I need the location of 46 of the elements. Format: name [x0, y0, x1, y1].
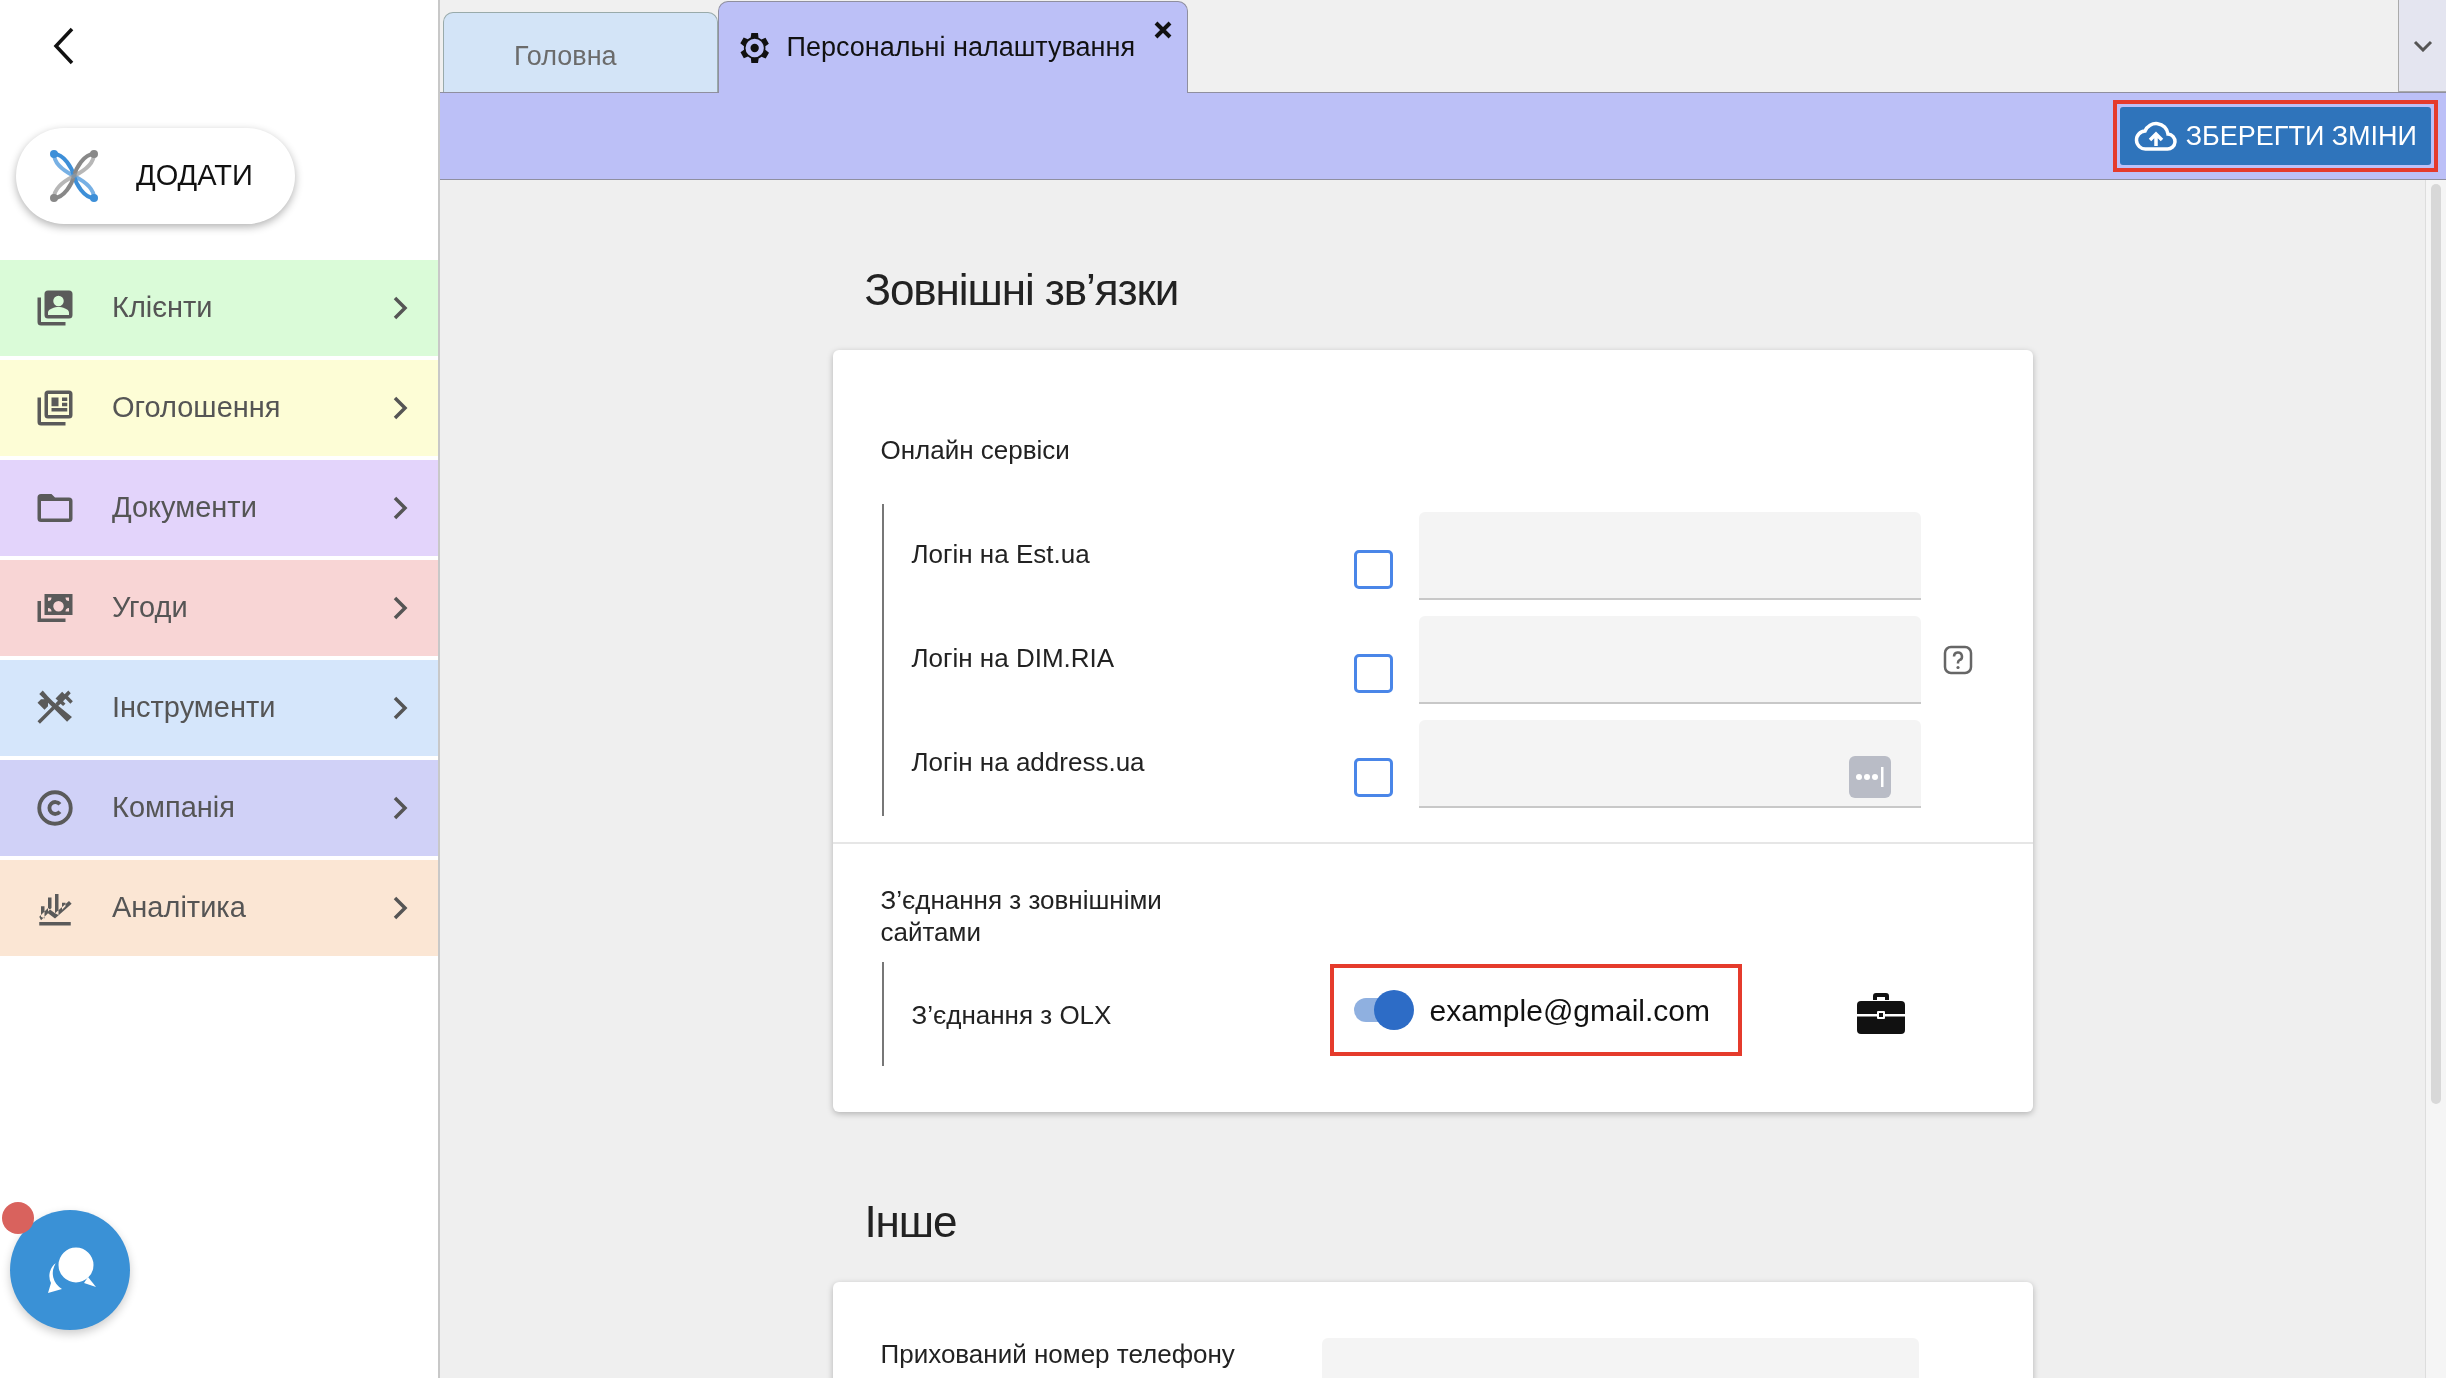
checkbox[interactable]: [1353, 653, 1393, 693]
chevron-right-icon: [392, 495, 408, 521]
chevron-right-icon: [392, 595, 408, 621]
briefcase-icon[interactable]: [1855, 991, 1906, 1035]
checkbox[interactable]: [1353, 549, 1393, 589]
chevron-right-icon: [392, 695, 408, 721]
close-icon: [1153, 20, 1174, 40]
close-tab-button[interactable]: [1153, 20, 1174, 40]
sidebar-item[interactable]: Аналітика: [0, 860, 438, 956]
input-field[interactable]: [1418, 616, 1921, 704]
sidebar-item[interactable]: Документи: [0, 460, 438, 556]
field-label: Прихований номер телефону: [880, 1338, 1236, 1370]
cloud-upload-icon: [2133, 120, 2178, 152]
sidebar-item[interactable]: Клієнти: [0, 260, 438, 356]
sidebar-item[interactable]: Оголошення: [0, 360, 438, 456]
toggle-switch[interactable]: [1353, 990, 1416, 1030]
chevron-right-icon: [392, 795, 408, 821]
account-email: example@gmail.com: [1429, 992, 1711, 1029]
sidebar-item[interactable]: Компанія: [0, 760, 438, 856]
scrollbar[interactable]: [2425, 180, 2446, 1378]
tab[interactable]: Персональні налаштування: [717, 1, 1189, 93]
dropdown-button[interactable]: [2398, 0, 2446, 92]
field-label: Логін на DIM.RIA: [911, 641, 1116, 675]
autofill-icon[interactable]: [1848, 756, 1891, 798]
copyright-icon: [34, 787, 76, 829]
section-heading: Зовнішні зв’язки: [864, 264, 1180, 316]
chevron-right-icon: [392, 395, 408, 421]
sidebar-item[interactable]: Угоди: [0, 560, 438, 656]
tab[interactable]: Головна: [443, 12, 718, 92]
input-field[interactable]: [1418, 720, 1921, 808]
section-heading: Інше: [864, 1196, 958, 1248]
field-label: З’єднання з OLX: [911, 998, 1113, 1032]
add-button[interactable]: ДОДАТИ: [16, 128, 295, 224]
chevron-right-icon: [392, 295, 408, 321]
help-icon[interactable]: [1942, 645, 1973, 675]
save-button[interactable]: ЗБЕРЕГТИ ЗМІНИ: [2119, 107, 2431, 165]
chevron-right-icon: [392, 895, 408, 921]
group-title: Онлайн сервіси: [880, 434, 1071, 466]
input-field[interactable]: [1418, 512, 1921, 600]
sidebar-item[interactable]: Інструменти: [0, 660, 438, 756]
checkbox[interactable]: [1353, 757, 1393, 797]
group-title: З’єднання з зовнішніми сайтами: [880, 884, 1163, 948]
chevron-down-icon: [2412, 39, 2433, 52]
field-label: Логін на address.ua: [911, 745, 1146, 779]
chat-button[interactable]: [10, 1210, 130, 1330]
field-label: Логін на Est.ua: [911, 537, 1091, 571]
